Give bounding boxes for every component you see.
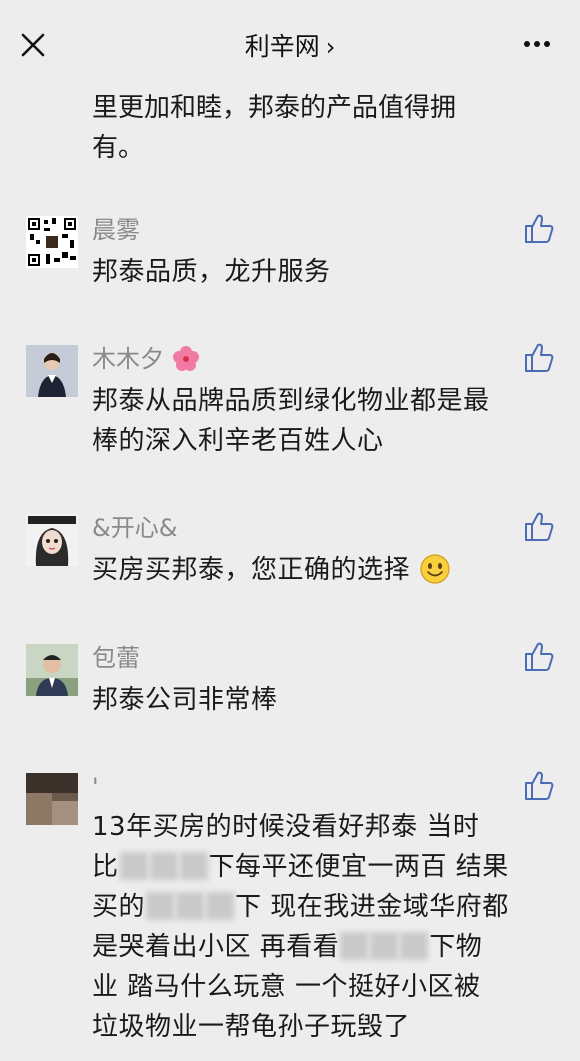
redacted-text (206, 892, 235, 920)
more-icon[interactable] (522, 34, 552, 54)
comment-item: 晨雾 邦泰品质，龙升服务 (0, 214, 580, 304)
redacted-text (340, 932, 369, 960)
redacted-text (400, 932, 429, 960)
redacted-text (149, 852, 178, 880)
flower-icon (172, 346, 199, 371)
redacted-text (176, 892, 205, 920)
avatar[interactable] (26, 644, 78, 696)
like-icon[interactable] (522, 510, 556, 544)
account-title-link[interactable]: 利辛网 › (0, 30, 580, 64)
partial-comment-text: 里更加和睦，邦泰的产品值得拥 有。 (92, 93, 457, 163)
comment-nickname: 晨雾 (92, 216, 140, 244)
comment-nickname: &开心& (92, 514, 178, 542)
comment-text: 买房买邦泰，您正确的选择 (92, 550, 562, 590)
redacted-text (179, 852, 208, 880)
chevron-right-icon: › (325, 33, 336, 61)
page-title: 利辛网 (244, 32, 320, 61)
like-icon[interactable] (522, 212, 556, 246)
comment-item: &开心& 买房买邦泰，您正确的选择 (0, 512, 580, 602)
redacted-text (119, 852, 148, 880)
comment-nickname: 木木夕 (92, 343, 200, 375)
comment-nickname: 包蕾 (92, 644, 140, 672)
avatar[interactable] (26, 216, 78, 268)
comment-text: 邦泰品质，龙升服务 (92, 257, 331, 287)
like-icon[interactable] (522, 640, 556, 674)
avatar[interactable] (26, 773, 78, 825)
smile-emoji-icon (420, 554, 450, 584)
redacted-text (146, 892, 175, 920)
avatar[interactable] (26, 345, 78, 397)
comment-item: 包蕾 邦泰公司非常棒 (0, 642, 580, 732)
like-icon[interactable] (522, 341, 556, 375)
comment-text: 邦泰从品牌品质到绿化物业都是最 棒的深入利辛老百姓人心 (92, 386, 490, 456)
comment-text: 邦泰公司非常棒 (92, 685, 278, 715)
top-navigation-bar: 利辛网 › (0, 0, 580, 88)
comment-item: ' 13年买房的时候没看好邦泰 当时 比下每平还便宜一两百 结果 买的下 现在我… (0, 771, 580, 1061)
like-icon[interactable] (522, 769, 556, 803)
avatar[interactable] (26, 514, 78, 566)
redacted-text (370, 932, 399, 960)
comment-item: 木木夕 邦泰从品牌品质到绿化物业都是最 棒的深入利辛老百姓人心 (0, 343, 580, 483)
comment-text: 13年买房的时候没看好邦泰 当时 比下每平还便宜一两百 结果 买的下 现在我进金… (92, 812, 509, 1042)
comment-list: 里更加和睦，邦泰的产品值得拥 有。 晨雾 邦泰品质，龙升服务 木木夕 邦泰从品牌… (0, 88, 580, 1061)
comment-nickname: ' (92, 773, 99, 801)
